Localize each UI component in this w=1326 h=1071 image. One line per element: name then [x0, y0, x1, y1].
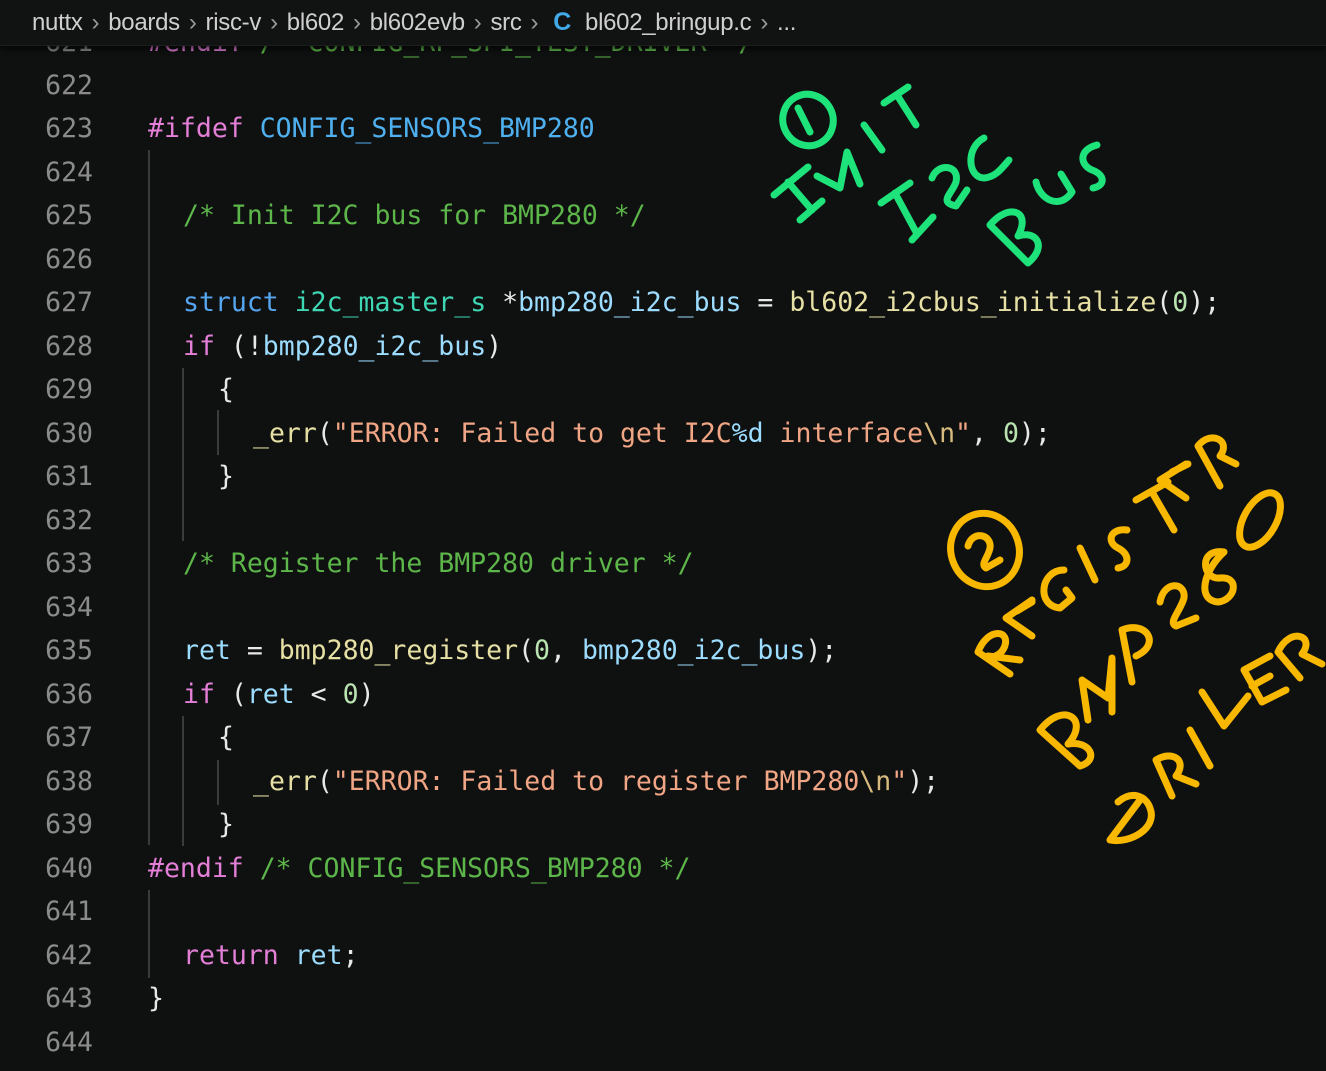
breadcrumb-item-risc-v[interactable]: risc-v: [206, 9, 262, 37]
breadcrumb-item-bl602evb[interactable]: bl602evb: [370, 9, 465, 37]
line-code: #endif /* CONFIG_SENSORS_BMP280 */: [148, 853, 691, 885]
code-line: 634: [0, 586, 1326, 630]
code-line: 641: [0, 890, 1326, 934]
line-code: }: [218, 809, 234, 841]
line-code: /* Init I2C bus for BMP280 */: [183, 200, 646, 232]
line-number: 633: [45, 548, 93, 580]
line-number: 628: [45, 331, 93, 363]
line-number: 626: [45, 244, 93, 276]
code-line: 638 _err("ERROR: Failed to register BMP2…: [0, 760, 1326, 804]
line-number: 638: [45, 766, 93, 798]
chevron-right-icon: ›: [760, 8, 769, 36]
code-line: 628 if (!bmp280_i2c_bus): [0, 325, 1326, 369]
code-line: 639 }: [0, 803, 1326, 847]
line-number: 632: [45, 505, 93, 537]
line-code: _err("ERROR: Failed to get I2C%d interfa…: [253, 418, 1051, 450]
line-code: _err("ERROR: Failed to register BMP280\n…: [253, 766, 940, 798]
code-line: 629 {: [0, 368, 1326, 412]
code-line: 623 #ifdef CONFIG_SENSORS_BMP280: [0, 107, 1326, 151]
chevron-right-icon: ›: [530, 8, 539, 36]
line-code: #ifdef CONFIG_SENSORS_BMP280: [148, 113, 595, 145]
line-code: }: [218, 461, 234, 493]
code-line: 627 struct i2c_master_s *bmp280_i2c_bus …: [0, 281, 1326, 325]
breadcrumb-item-nuttx[interactable]: nuttx: [32, 9, 83, 37]
line-number: 644: [45, 1027, 93, 1059]
code-line: 636 if (ret < 0): [0, 673, 1326, 717]
line-number: 631: [45, 461, 93, 493]
line-code: if (ret < 0): [183, 679, 375, 711]
line-number: 640: [45, 853, 93, 885]
line-number: 642: [45, 940, 93, 972]
code-line: 640 #endif /* CONFIG_SENSORS_BMP280 */: [0, 847, 1326, 891]
line-number: 629: [45, 374, 93, 406]
line-number: 622: [45, 70, 93, 102]
code-line: 635 ret = bmp280_register(0, bmp280_i2c_…: [0, 629, 1326, 673]
line-number: 635: [45, 635, 93, 667]
line-number: 624: [45, 157, 93, 189]
code-editor[interactable]: 621 #endif /* CONFIG_RF_SPI_TEST_DRIVER …: [0, 0, 1326, 1071]
line-code: /* Register the BMP280 driver */: [183, 548, 694, 580]
line-code: struct i2c_master_s *bmp280_i2c_bus = bl…: [183, 287, 1221, 319]
code-line: 637 {: [0, 716, 1326, 760]
line-number: 625: [45, 200, 93, 232]
breadcrumb-item-boards[interactable]: boards: [108, 9, 180, 37]
line-number: 643: [45, 983, 93, 1015]
breadcrumb-item-bl602[interactable]: bl602: [287, 9, 345, 37]
line-number: 623: [45, 113, 93, 145]
line-code: return ret;: [183, 940, 359, 972]
code-line: 631 }: [0, 455, 1326, 499]
code-line: 626: [0, 238, 1326, 282]
code-line: 642 return ret;: [0, 934, 1326, 978]
code-line: 644: [0, 1021, 1326, 1065]
line-number: 637: [45, 722, 93, 754]
chevron-right-icon: ›: [353, 8, 361, 36]
line-code: ret = bmp280_register(0, bmp280_i2c_bus)…: [183, 635, 838, 667]
line-number: 630: [45, 418, 93, 450]
code-line: 632: [0, 499, 1326, 543]
line-number: 627: [45, 287, 93, 319]
line-code: if (!bmp280_i2c_bus): [183, 331, 503, 363]
line-number: 634: [45, 592, 93, 624]
code-line: 630 _err("ERROR: Failed to get I2C%d int…: [0, 412, 1326, 456]
breadcrumb-item-file[interactable]: bl602_bringup.c: [585, 9, 752, 37]
chevron-right-icon: ›: [473, 8, 482, 36]
line-code: }: [148, 983, 164, 1015]
code-line: 633 /* Register the BMP280 driver */: [0, 542, 1326, 586]
code-line: 622: [0, 64, 1326, 108]
code-line: 625 /* Init I2C bus for BMP280 */: [0, 194, 1326, 238]
c-file-icon: C: [553, 8, 572, 36]
code-line: 624: [0, 151, 1326, 195]
code-line: 643 }: [0, 977, 1326, 1021]
chevron-right-icon: ›: [91, 8, 100, 36]
chevron-right-icon: ›: [270, 8, 278, 36]
line-code: {: [218, 722, 234, 754]
line-number: 636: [45, 679, 93, 711]
breadcrumb-item-src[interactable]: src: [490, 9, 521, 37]
breadcrumb-symbols-more[interactable]: ...: [777, 9, 796, 37]
line-code: {: [218, 374, 234, 406]
breadcrumb: nuttx › boards › risc-v › bl602 › bl602e…: [0, 0, 1326, 46]
chevron-right-icon: ›: [188, 8, 197, 36]
line-number: 641: [45, 896, 93, 928]
line-number: 639: [45, 809, 93, 841]
